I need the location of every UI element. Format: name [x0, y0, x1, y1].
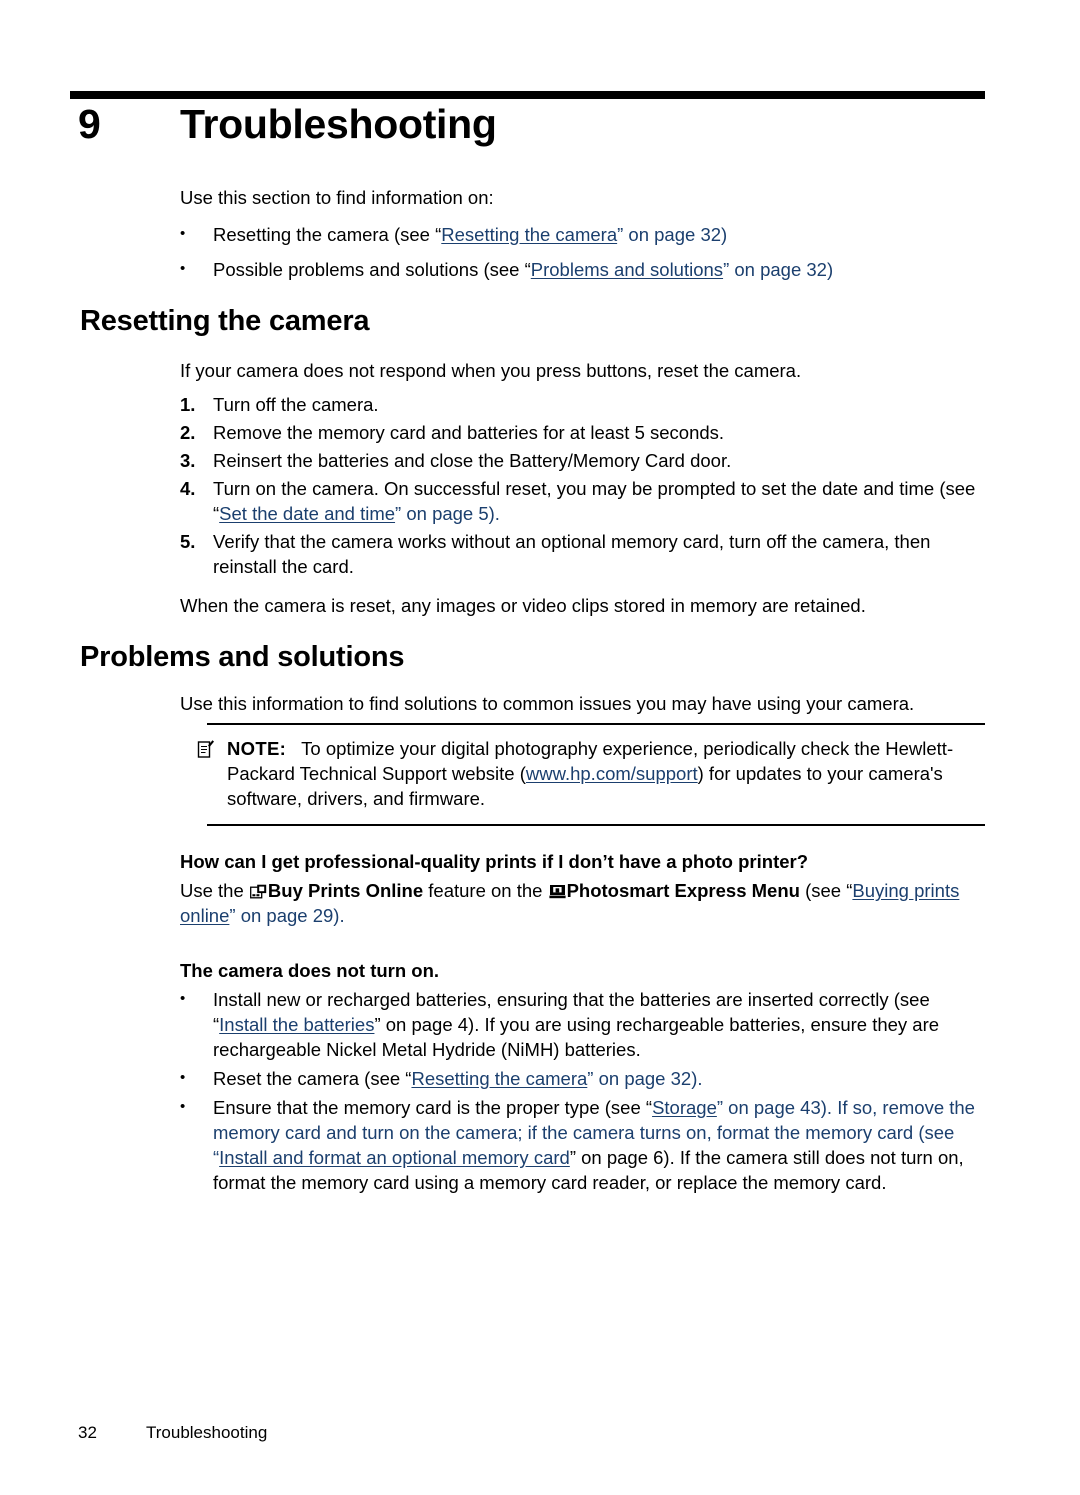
faq-question: How can I get professional-quality print…: [180, 851, 809, 872]
bullet-text-post: ” on page 32): [723, 259, 834, 280]
step-text: Turn off the camera.: [213, 394, 379, 415]
xref-link-problems-and-solutions[interactable]: Problems and solutions: [531, 259, 723, 280]
xref-link-hp-support[interactable]: www.hp.com/support: [526, 763, 698, 784]
intro-block: Use this section to find information on:…: [180, 185, 985, 282]
list-item: Install new or recharged batteries, ensu…: [180, 986, 985, 1062]
bullet-text-pre: Ensure that the memory card is the prope…: [213, 1097, 653, 1118]
bullet-text-post: ” on page 32): [617, 224, 728, 245]
list-item: Resetting the camera (see “Resetting the…: [180, 221, 985, 247]
list-item: Ensure that the memory card is the prope…: [180, 1094, 985, 1195]
problems-intro-block: Use this information to find solutions t…: [180, 691, 985, 716]
section-heading-resetting-the-camera: Resetting the camera: [80, 305, 370, 337]
photosmart-express-icon: [548, 880, 566, 899]
step-number: 3.: [180, 450, 196, 471]
list-item: 5. Verify that the camera works without a…: [180, 529, 985, 579]
xref-link-resetting-the-camera[interactable]: Resetting the camera: [441, 224, 617, 245]
bullet-text-pre: Possible problems and solutions (see “: [213, 259, 531, 280]
answer-bold-1: Buy Prints Online: [267, 880, 424, 901]
list-item: 2. Remove the memory card and batteries f…: [180, 420, 985, 445]
answer-text-2: feature on the: [423, 880, 548, 901]
xref-link-set-the-date-and-time[interactable]: Set the date and time: [219, 503, 395, 524]
list-item: Possible problems and solutions (see “Pr…: [180, 256, 985, 282]
list-item: 3. Reinsert the batteries and close the B…: [180, 448, 985, 473]
bullet-text-pre: Reset the camera (see “: [213, 1068, 412, 1089]
note-label: NOTE:: [227, 738, 287, 759]
chapter-heading: 9 Troubleshooting: [78, 104, 988, 145]
step-text: Reinsert the batteries and close the Bat…: [213, 450, 732, 471]
xref-link-install-and-format-memory-card[interactable]: Install and format an optional memory ca…: [219, 1147, 570, 1168]
xref-link-resetting-the-camera-2[interactable]: Resetting the camera: [411, 1068, 587, 1089]
reset-closing-text: When the camera is reset, any images or …: [180, 595, 866, 616]
faq-bullet-list: Install new or recharged batteries, ensu…: [180, 986, 985, 1195]
list-item: Reset the camera (see “Resetting the cam…: [180, 1065, 985, 1091]
document-page: 9 Troubleshooting Use this section to fi…: [0, 0, 1080, 1495]
reset-steps-list: 1. Turn off the camera. 2. Remove the memo…: [180, 392, 985, 579]
faq-prints-block: How can I get professional-quality print…: [180, 849, 985, 928]
answer-bold-2: Photosmart Express Menu: [566, 880, 800, 901]
note-text: NOTE: To optimize your digital photograp…: [207, 736, 985, 811]
xref-link-storage[interactable]: Storage: [652, 1097, 717, 1118]
answer-text-1: Use the: [180, 880, 249, 901]
reset-section-body: If your camera does not respond when you…: [180, 358, 985, 618]
answer-text-4: ” on page 29).: [229, 905, 345, 926]
faq-answer: Use the Buy Prints Online feature on the…: [180, 878, 985, 928]
note-bottom-rule: [207, 824, 985, 826]
page-title: Troubleshooting: [180, 101, 497, 147]
bullet-text-post: ” on page 32).: [587, 1068, 703, 1089]
step-number: 2.: [180, 422, 196, 443]
section-heading-problems-and-solutions: Problems and solutions: [80, 641, 405, 673]
chapter-number: 9: [78, 101, 101, 147]
reset-intro-text: If your camera does not respond when you…: [180, 360, 802, 381]
intro-lead: Use this section to find information on:: [180, 187, 494, 208]
faq-power-block: The camera does not turn on. Install new…: [180, 958, 985, 1195]
answer-text-3: (see “: [799, 880, 853, 901]
chapter-rule: [70, 91, 985, 99]
footer-label: Troubleshooting: [146, 1423, 268, 1442]
problems-intro-text: Use this information to find solutions t…: [180, 693, 915, 714]
buy-prints-online-icon: [249, 880, 267, 899]
bullet-text-pre: Resetting the camera (see “: [213, 224, 442, 245]
step-text: Verify that the camera works without an …: [213, 531, 931, 577]
step-text-post: ” on page 5).: [395, 503, 500, 524]
list-item: 1. Turn off the camera.: [180, 392, 985, 417]
note-pencil-icon: [197, 739, 215, 759]
step-text: Remove the memory card and batteries for…: [213, 422, 725, 443]
note-callout: NOTE: To optimize your digital photograp…: [197, 723, 985, 826]
step-number: 5.: [180, 531, 196, 552]
step-number: 1.: [180, 394, 196, 415]
xref-link-install-the-batteries[interactable]: Install the batteries: [219, 1014, 374, 1035]
faq-question: The camera does not turn on.: [180, 960, 440, 981]
page-footer: 32 Troubleshooting: [78, 1423, 267, 1443]
footer-page-number: 32: [78, 1423, 97, 1442]
step-number: 4.: [180, 478, 196, 499]
list-item: 4. Turn on the camera. On successful rese…: [180, 476, 985, 526]
intro-bullet-list: Resetting the camera (see “Resetting the…: [180, 221, 985, 282]
